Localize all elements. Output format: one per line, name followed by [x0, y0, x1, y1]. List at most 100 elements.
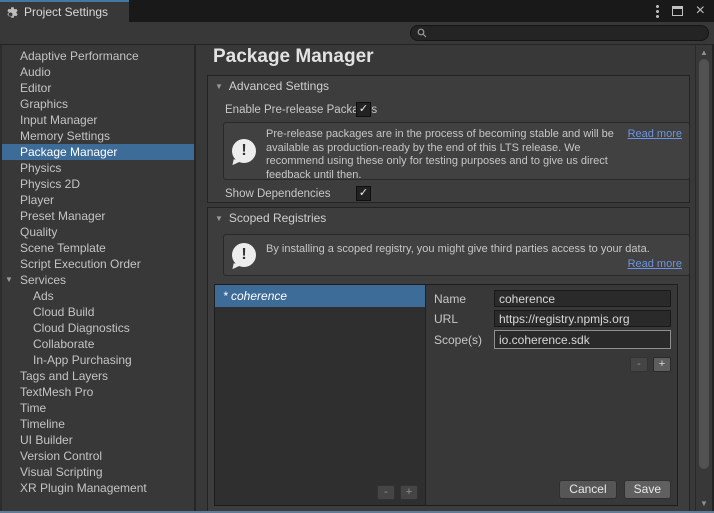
sidebar-item-cloud-diagnostics[interactable]: Cloud Diagnostics	[2, 320, 194, 336]
sidebar-item-input-manager[interactable]: Input Manager	[2, 112, 194, 128]
vertical-scrollbar[interactable]: ▲ ▼	[695, 45, 714, 511]
registry-form: Name URL Scope(s) - + Cancel Save	[427, 285, 677, 505]
scope-s-input[interactable]	[494, 330, 671, 349]
toolbar	[0, 22, 714, 45]
sidebar-item-script-execution-order[interactable]: Script Execution Order	[2, 256, 194, 272]
section-header-label: Scoped Registries	[229, 211, 326, 225]
sidebar-item-label: Services	[20, 273, 66, 287]
sidebar-item-scene-template[interactable]: Scene Template	[2, 240, 194, 256]
section-header-label: Advanced Settings	[229, 79, 329, 93]
cancel-button[interactable]: Cancel	[559, 480, 616, 499]
sidebar-item-cloud-build[interactable]: Cloud Build	[2, 304, 194, 320]
sidebar-item-graphics[interactable]: Graphics	[2, 96, 194, 112]
prerelease-info-text: Pre-release packages are in the process …	[264, 123, 616, 179]
foldout-down-icon: ▼	[215, 214, 223, 223]
sidebar-item-time[interactable]: Time	[2, 400, 194, 416]
sidebar-item-services[interactable]: ▼ Services	[2, 272, 194, 288]
url-input[interactable]	[494, 310, 671, 327]
sidebar-item-audio[interactable]: Audio	[2, 64, 194, 80]
sidebar-item-xr-plugin-management[interactable]: XR Plugin Management	[2, 480, 194, 496]
foldout-down-icon[interactable]: ▼	[5, 272, 13, 288]
sidebar-item-package-manager[interactable]: Package Manager	[2, 144, 194, 160]
search-icon	[417, 28, 427, 38]
window-menu-icon[interactable]	[656, 5, 659, 18]
sidebar-item-label: Physics 2D	[20, 177, 80, 191]
scrollbar-thumb[interactable]	[699, 59, 709, 469]
sidebar-item-label: Ads	[33, 289, 54, 303]
registries-panel: * coherence - + Name URL Scope(s) - + Canc…	[214, 284, 678, 506]
sidebar-item-adaptive-performance[interactable]: Adaptive Performance	[2, 48, 194, 64]
sidebar-item-version-control[interactable]: Version Control	[2, 448, 194, 464]
registry-remove-button[interactable]: -	[377, 485, 395, 500]
project-settings-window: Project Settings × Adaptive PerformanceA…	[0, 0, 714, 513]
scoped-registries-section: ▼ Scoped Registries ! By installing a sc…	[207, 207, 690, 513]
sidebar-item-label: Quality	[20, 225, 57, 239]
scoped-registry-info-box: ! By installing a scoped registry, you m…	[223, 234, 690, 276]
read-more-link[interactable]: Read more	[628, 128, 682, 140]
gear-icon	[6, 6, 19, 19]
sidebar-item-label: Input Manager	[20, 113, 97, 127]
sidebar-item-label: Adaptive Performance	[20, 49, 139, 63]
tab-label: Project Settings	[24, 5, 108, 19]
sidebar-item-preset-manager[interactable]: Preset Manager	[2, 208, 194, 224]
sidebar-item-textmesh-pro[interactable]: TextMesh Pro	[2, 384, 194, 400]
titlebar: Project Settings ×	[0, 0, 714, 22]
sidebar-item-label: Time	[20, 401, 46, 415]
close-icon[interactable]: ×	[696, 3, 705, 19]
search-field[interactable]	[410, 25, 709, 41]
sidebar-item-timeline[interactable]: Timeline	[2, 416, 194, 432]
sidebar-item-label: Version Control	[20, 449, 102, 463]
info-icon: !	[232, 243, 256, 267]
name-label: Name	[434, 292, 494, 306]
sidebar-item-in-app-purchasing[interactable]: In-App Purchasing	[2, 352, 194, 368]
sidebar-item-player[interactable]: Player	[2, 192, 194, 208]
sidebar-item-label: Timeline	[20, 417, 65, 431]
sidebar-item-physics[interactable]: Physics	[2, 160, 194, 176]
url-label: URL	[434, 312, 494, 326]
name-input[interactable]	[494, 290, 671, 307]
sidebar-item-physics-2d[interactable]: Physics 2D	[2, 176, 194, 192]
sidebar-item-editor[interactable]: Editor	[2, 80, 194, 96]
read-more-link[interactable]: Read more	[628, 258, 682, 270]
info-icon: !	[232, 139, 256, 163]
sidebar-item-label: Cloud Build	[33, 305, 94, 319]
advanced-settings-section: ▼ Advanced Settings Enable Pre-release P…	[207, 75, 690, 203]
registry-add-button[interactable]: +	[400, 485, 418, 500]
sidebar-item-label: Editor	[20, 81, 51, 95]
sidebar-item-label: Preset Manager	[20, 209, 105, 223]
registry-form-fields: Name URL Scope(s)	[427, 285, 677, 349]
sidebar-item-visual-scripting[interactable]: Visual Scripting	[2, 464, 194, 480]
scope-s-label: Scope(s)	[434, 333, 494, 347]
sidebar-item-label: Memory Settings	[20, 129, 110, 143]
sidebar-item-ads[interactable]: Ads	[2, 288, 194, 304]
tab-project-settings[interactable]: Project Settings	[0, 0, 129, 22]
sidebar-item-label: Visual Scripting	[20, 465, 103, 479]
scope-remove-button[interactable]: -	[630, 357, 648, 372]
scoped-registries-foldout[interactable]: ▼ Scoped Registries	[208, 208, 689, 228]
search-input[interactable]	[431, 27, 702, 39]
maximize-icon[interactable]	[672, 6, 683, 16]
advanced-settings-foldout[interactable]: ▼ Advanced Settings	[208, 76, 689, 96]
foldout-down-icon: ▼	[215, 82, 223, 91]
registry-list: * coherence	[215, 285, 426, 505]
show-dependencies-label: Show Dependencies	[225, 188, 331, 200]
sidebar-item-tags-and-layers[interactable]: Tags and Layers	[2, 368, 194, 384]
scoped-registry-info-text: By installing a scoped registry, you mig…	[264, 235, 650, 275]
sidebar-item-quality[interactable]: Quality	[2, 224, 194, 240]
show-dependencies-checkbox[interactable]: ✓	[356, 186, 371, 201]
page-title: Package Manager	[213, 46, 374, 68]
save-button[interactable]: Save	[624, 480, 671, 499]
scroll-up-icon[interactable]: ▲	[696, 48, 712, 57]
sidebar-item-label: Scene Template	[20, 241, 106, 255]
prerelease-info-box: ! Pre-release packages are in the proces…	[223, 122, 690, 180]
scroll-down-icon[interactable]: ▼	[696, 499, 712, 508]
settings-nav: Adaptive PerformanceAudioEditorGraphicsI…	[0, 45, 196, 511]
scope-add-button[interactable]: +	[653, 357, 671, 372]
registry-list-item[interactable]: * coherence	[215, 285, 425, 307]
sidebar-item-label: Collaborate	[33, 337, 94, 351]
sidebar-item-collaborate[interactable]: Collaborate	[2, 336, 194, 352]
sidebar-item-label: In-App Purchasing	[33, 353, 132, 367]
sidebar-item-ui-builder[interactable]: UI Builder	[2, 432, 194, 448]
enable-prerelease-checkbox[interactable]: ✓	[356, 102, 371, 117]
sidebar-item-memory-settings[interactable]: Memory Settings	[2, 128, 194, 144]
